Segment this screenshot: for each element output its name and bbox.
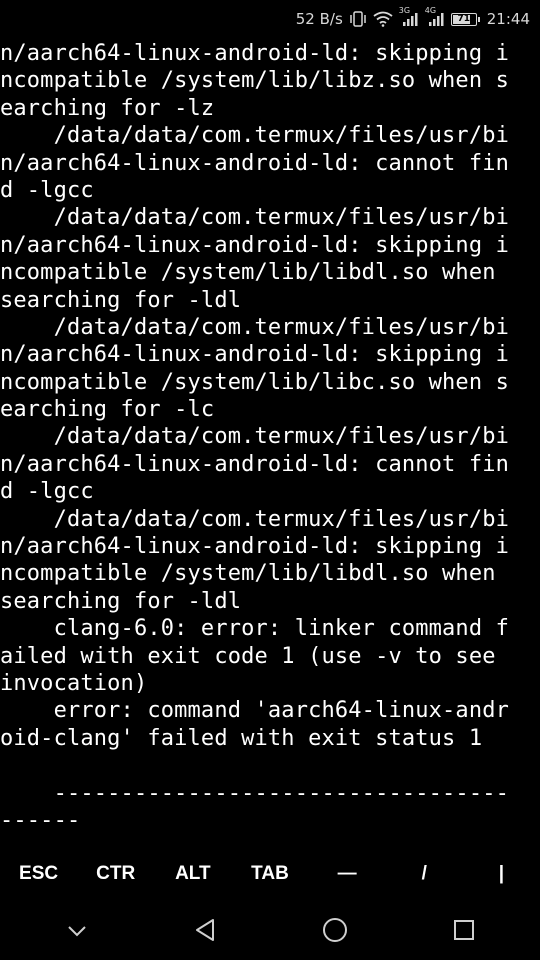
hide-keyboard-button[interactable] xyxy=(32,904,122,960)
terminal-line: ncompatible /system/lib/libdl.so when xyxy=(0,561,496,587)
terminal-line: oid-clang' failed with exit status 1 xyxy=(0,725,483,751)
key-tab[interactable]: TAB xyxy=(231,863,308,885)
recents-icon xyxy=(452,918,476,946)
terminal-line: n/aarch64-linux-android-ld: skipping i xyxy=(0,534,510,560)
signal-4g-icon: 4G xyxy=(425,6,445,28)
terminal-line: n/aarch64-linux-android-ld: cannot fin xyxy=(0,150,510,176)
terminal-line: /data/data/com.termux/files/usr/bi xyxy=(0,424,510,450)
back-button[interactable] xyxy=(161,904,251,960)
terminal-line: invocation) xyxy=(0,670,148,696)
net-speed: 52 B/s xyxy=(295,10,343,28)
extra-keys-bar: ESC CTR ALT TAB — / | xyxy=(0,850,540,898)
terminal-line: searching for -ldl xyxy=(0,588,242,614)
terminal-line: searching for -ldl xyxy=(0,287,242,313)
battery-icon: 71 xyxy=(450,12,480,26)
terminal-line: /data/data/com.termux/files/usr/bi xyxy=(0,506,510,532)
terminal-line: n/aarch64-linux-android-ld: skipping i xyxy=(0,41,510,66)
navigation-bar xyxy=(0,904,540,960)
terminal-line: /data/data/com.termux/files/usr/bi xyxy=(0,205,510,231)
key-esc[interactable]: ESC xyxy=(0,863,77,885)
terminal-output[interactable]: n/aarch64-linux-android-ld: skipping i nc… xyxy=(0,40,540,834)
key-ctrl[interactable]: CTR xyxy=(77,863,154,885)
terminal-line: ---------------------------------- xyxy=(0,780,510,806)
terminal-line: error: command 'aarch64-linux-andr xyxy=(0,698,510,724)
key-alt[interactable]: ALT xyxy=(154,863,231,885)
terminal-line: ncompatible /system/lib/libc.so when s xyxy=(0,369,510,395)
terminal-line: d -lgcc xyxy=(0,479,94,505)
back-icon xyxy=(193,917,219,947)
terminal-line: earching for -lz xyxy=(0,95,215,121)
home-icon xyxy=(321,916,349,948)
battery-level: 71 xyxy=(457,14,471,24)
terminal-line: ------ xyxy=(0,807,81,833)
key-dash[interactable]: — xyxy=(309,863,386,885)
terminal-line: n/aarch64-linux-android-ld: skipping i xyxy=(0,232,510,258)
terminal-line: d -lgcc xyxy=(0,177,94,203)
terminal-line: earching for -lc xyxy=(0,397,215,423)
terminal-line: ailed with exit code 1 (use -v to see xyxy=(0,643,496,669)
terminal-line: /data/data/com.termux/files/usr/bi xyxy=(0,123,510,149)
home-button[interactable] xyxy=(290,904,380,960)
key-pipe[interactable]: | xyxy=(463,863,540,885)
terminal-line: ncompatible /system/lib/libz.so when s xyxy=(0,68,510,94)
network-label-2: 4G xyxy=(424,6,437,15)
key-slash[interactable]: / xyxy=(386,863,463,885)
wifi-icon xyxy=(373,10,393,28)
recents-button[interactable] xyxy=(419,904,509,960)
terminal-line: /data/data/com.termux/files/usr/bi xyxy=(0,314,510,340)
clock: 21:44 xyxy=(486,10,530,28)
status-bar: 52 B/s 3G 4G 71 21:44 xyxy=(0,0,540,38)
terminal-line: n/aarch64-linux-android-ld: skipping i xyxy=(0,342,510,368)
network-label: 3G xyxy=(398,6,411,15)
terminal-line: ncompatible /system/lib/libdl.so when xyxy=(0,260,496,286)
signal-3g-icon: 3G xyxy=(399,6,419,28)
terminal-line: clang-6.0: error: linker command f xyxy=(0,616,510,642)
vibrate-icon xyxy=(349,10,367,28)
hide-keyboard-icon xyxy=(66,923,88,942)
terminal-line: n/aarch64-linux-android-ld: cannot fin xyxy=(0,451,510,477)
